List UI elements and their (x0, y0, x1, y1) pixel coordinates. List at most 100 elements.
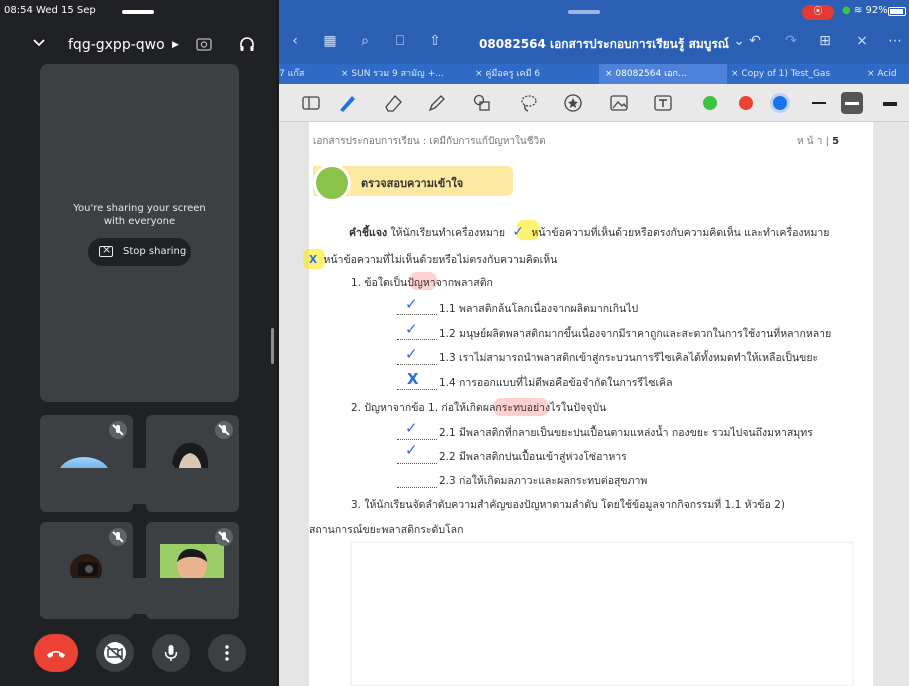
switch-camera-icon[interactable] (196, 36, 212, 52)
answer-box[interactable] (351, 542, 853, 686)
answer-mark: ✓ (405, 320, 418, 338)
tab-label: คู่มือครู เคมี 6 (485, 69, 541, 79)
screen-recording-indicator[interactable]: ⦿ (802, 5, 834, 20)
participant-name-strip (40, 578, 239, 614)
add-page-icon[interactable]: ⊞ (817, 33, 833, 49)
chevron-down-icon[interactable] (32, 36, 46, 50)
microphone-icon (164, 645, 178, 661)
question-1-item: 1.3 เราไม่สามารถนำพลาสติกเข้าสู่กระบวนกา… (439, 352, 819, 364)
tab-label: 08082564 เอก... (615, 69, 687, 79)
instruction-label: คำชี้แจง (349, 227, 388, 239)
tab[interactable]: × SUN รวม 9 สามัญ +... (341, 64, 457, 84)
stop-sharing-button[interactable]: Stop sharing (88, 238, 191, 266)
split-view-handle[interactable] (271, 328, 274, 364)
answer-line (397, 463, 437, 464)
answer-mark: X (407, 370, 419, 388)
shape-icon[interactable] (472, 93, 492, 113)
microphone-button[interactable] (152, 634, 190, 672)
answer-mark: ✓ (405, 295, 418, 313)
caret-right-icon[interactable]: ▶ (172, 40, 179, 50)
audio-output-icon[interactable] (239, 36, 255, 52)
share-icon[interactable]: ⇧ (427, 33, 443, 49)
undo-icon[interactable]: ↶ (747, 33, 763, 49)
status-bar: 08:54 Wed 15 Sep ⦿ ● ≋ 92% (0, 0, 909, 22)
wifi-icon: ≋ (853, 5, 863, 16)
stop-share-icon (99, 243, 113, 257)
camera-toggle-button[interactable] (96, 634, 134, 672)
stop-sharing-label: Stop sharing (123, 246, 187, 257)
date: Wed 15 Sep (36, 5, 96, 16)
pen-icon[interactable] (337, 93, 357, 113)
document-panel: ‹ ▦ ⌕ ⎕ ⇧ 08082564 เอกสารประกอบการเรียนร… (279, 0, 909, 686)
status-right: ● ≋ 92% (842, 5, 888, 16)
image-icon[interactable] (609, 93, 629, 113)
screen: fqg-gxpp-qwo ▶ You're sharing your scree… (0, 0, 909, 686)
worksheet-page[interactable]: เอกสารประกอบการเรียน : เคมีกับการแก้ปัญห… (303, 122, 873, 686)
question-1: 1. ข้อใดเป็นปัญหาจากพลาสติก (351, 277, 493, 289)
grid-icon[interactable]: ▦ (322, 33, 338, 49)
end-call-button[interactable] (34, 634, 78, 672)
document-tabs: 7 แก๊ส × SUN รวม 9 สามัญ +... × คู่มือคร… (279, 64, 909, 84)
mic-off-icon (215, 421, 233, 439)
page-number-value: 5 (832, 136, 840, 147)
red-pen-color[interactable] (739, 96, 753, 110)
more-icon[interactable]: ⋯ (887, 33, 903, 49)
bookmark-icon[interactable]: ⎕ (392, 33, 408, 49)
search-icon[interactable]: ⌕ (357, 33, 373, 49)
status-time: 08:54 Wed 15 Sep (4, 5, 96, 16)
tab[interactable]: 7 แก๊ส (279, 64, 331, 84)
redo-icon[interactable]: ↷ (783, 33, 799, 49)
mic-off-icon (109, 421, 127, 439)
text-box-icon[interactable] (653, 93, 673, 113)
more-options-button[interactable] (208, 634, 246, 672)
reader-icon[interactable] (301, 93, 321, 113)
battery-percent: 92% (865, 5, 888, 16)
sharing-message: You're sharing your screen with everyone (40, 202, 239, 228)
thin-stroke-option[interactable] (812, 102, 826, 104)
question-2-item: 2.2 มีพลาสติกปนเปื้อนเข้าสู่ห่วงโซ่อาหาร (439, 451, 627, 463)
multitask-handle[interactable] (122, 10, 154, 14)
thick-stroke-option[interactable] (883, 102, 897, 106)
tab[interactable]: × Copy of 1) Test_Gas (731, 64, 865, 84)
more-vertical-icon (225, 645, 229, 661)
tab-label: Acid (877, 69, 897, 79)
participant-name-strip (40, 468, 239, 504)
tab[interactable]: × คู่มือครู เคมี 6 (475, 64, 571, 84)
medium-stroke-option[interactable] (841, 92, 863, 114)
document-title[interactable]: 08082564 เอกสารประกอบการเรียนรู้ สมบูรณ์ (479, 35, 729, 54)
question-1-item: 1.2 มนุษย์ผลิตพลาสติกมากขึ้นเนื่องจากมีร… (439, 328, 832, 340)
answer-line (397, 314, 437, 315)
page-label: ห น้ า (797, 136, 823, 147)
sharing-message-line1: You're sharing your screen (73, 203, 206, 214)
instruction-text-c: หน้าข้อความที่ไม่เห็นด้วยหรือไม่ตรงกับคว… (323, 254, 558, 266)
meeting-code[interactable]: fqg-gxpp-qwo (68, 37, 165, 53)
tab[interactable]: × Acid (867, 64, 909, 84)
back-icon[interactable]: ‹ (287, 33, 303, 49)
tab-active[interactable]: × 08082564 เอก... (599, 64, 727, 84)
question-2-item: 2.3 ก่อให้เกิดมลภาวะและผลกระทบต่อสุขภาพ (439, 475, 648, 487)
elements-icon[interactable] (563, 93, 583, 113)
eraser-icon[interactable] (383, 93, 403, 113)
clock: 08:54 (4, 5, 33, 16)
green-pen-color[interactable] (703, 96, 717, 110)
highlighter-icon[interactable] (427, 93, 447, 113)
blue-pen-color[interactable] (773, 96, 787, 110)
question-2-item: 2.1 มีพลาสติกที่กลายเป็นขยะปนเปื้อนตามแห… (439, 427, 813, 439)
hang-up-icon (47, 651, 65, 658)
instruction-text-b: หน้าข้อความที่เห็นด้วยหรือตรงกับความคิดเ… (531, 227, 830, 239)
meet-panel: fqg-gxpp-qwo ▶ You're sharing your scree… (0, 0, 276, 686)
answer-line (397, 339, 437, 340)
multitask-handle[interactable] (568, 10, 600, 14)
x-glyph: X (309, 254, 318, 266)
lasso-icon[interactable] (519, 93, 539, 113)
close-icon[interactable]: × (854, 33, 870, 49)
page-number: ห น้ า | 5 (797, 136, 840, 147)
section-badge-title: ตรวจสอบความเข้าใจ (361, 177, 464, 190)
camera-off-icon (104, 642, 126, 664)
chevron-down-icon[interactable]: ⌄ (731, 33, 747, 49)
answer-line (397, 439, 437, 440)
question-3: 3. ให้นักเรียนจัดลำดับความสำคัญของปัญหาต… (351, 499, 786, 511)
battery-icon (888, 7, 906, 16)
instruction-line2: X หน้าข้อความที่ไม่เห็นด้วยหรือไม่ตรงกับ… (309, 253, 557, 267)
dot-icon: ● (842, 5, 851, 16)
